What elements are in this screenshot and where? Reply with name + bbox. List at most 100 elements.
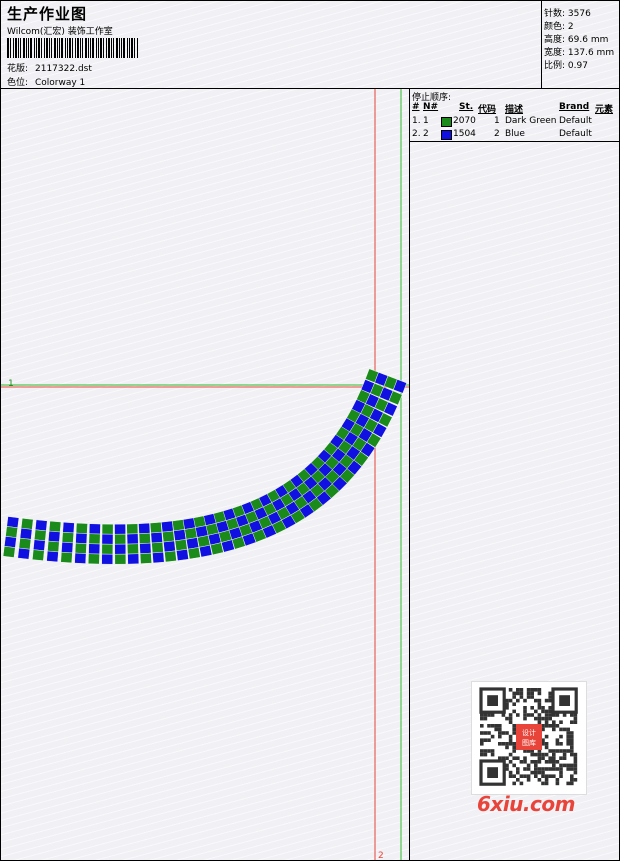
embroidery-preview: 1 2: [1, 89, 409, 860]
qr-module: [541, 781, 545, 786]
qr-module: [541, 706, 545, 710]
stitch-block: [33, 539, 46, 551]
qr-module: [490, 724, 495, 728]
qr-module: [559, 749, 563, 753]
qr-module: [537, 760, 542, 764]
qr-module: [555, 742, 560, 746]
stat-height: 高度: 69.6 mm: [544, 35, 609, 45]
qr-module: [570, 720, 574, 724]
qr-module: [555, 778, 560, 782]
qr-module: [512, 695, 516, 699]
qr-module: [544, 720, 549, 724]
stitch-block: [2, 546, 16, 558]
stitch-block: [127, 543, 139, 555]
stitch-block: [101, 523, 114, 535]
stitch-block: [210, 542, 224, 556]
qr-module: [566, 781, 570, 786]
qr-module: [562, 752, 567, 757]
qr-module: [537, 706, 542, 710]
qr-module: [526, 767, 531, 771]
qr-module: [566, 749, 570, 753]
stitch-block: [61, 531, 74, 544]
qr-module: [537, 767, 542, 771]
qr-module: [559, 767, 563, 771]
stitch-block: [18, 537, 32, 550]
stitch-block: [88, 523, 101, 535]
qr-module: [508, 720, 513, 724]
qr-module: [519, 781, 524, 786]
stitch-block: [127, 553, 140, 565]
stitch-block: [47, 540, 60, 553]
stitch-block: [75, 522, 88, 534]
qr-module: [541, 709, 545, 714]
qr-module: [480, 724, 484, 728]
qr-module: [566, 731, 570, 735]
color-swatch: [441, 130, 452, 140]
stat-colors: 颜色: 2: [544, 22, 574, 32]
qr-module: [498, 724, 502, 728]
stitch-block: [4, 536, 17, 548]
stat-scale: 比例: 0.97: [544, 61, 588, 71]
qr-module: [501, 742, 506, 746]
qr-module: [523, 774, 527, 778]
stitch-block: [88, 553, 100, 565]
stitch-block: [62, 522, 75, 534]
header-info: 生产作业图 Wilcom(汇宏) 装饰工作室 花版: 2117322.dst 色位…: [1, 1, 542, 89]
qr-module: [526, 774, 531, 778]
qr-module: [544, 767, 549, 771]
barcode: [7, 38, 141, 58]
stat-stitches: 针数: 3576: [544, 9, 591, 19]
qr-module: [523, 756, 527, 760]
qr-module: [570, 731, 574, 735]
qr-module: [552, 756, 556, 760]
qr-module: [519, 695, 524, 699]
qr-module: [552, 760, 556, 764]
stitch-block: [151, 541, 164, 554]
qr-module: [570, 749, 574, 753]
qr-module: [512, 781, 516, 786]
qr-module: [526, 763, 531, 768]
qr-module: [544, 742, 549, 746]
qr-module: [570, 781, 574, 786]
stitch-block: [5, 526, 18, 538]
stitch-block: [19, 527, 33, 540]
qr-module: [530, 706, 534, 710]
stop-sequence-panel: 停止顺序: # N# St. 代码 描述 Brand 元素 1. 1 2070 …: [410, 89, 619, 142]
qr-module: [505, 742, 509, 746]
qr-module: [559, 770, 563, 775]
qr-module: [537, 698, 542, 703]
qr-module: [523, 706, 527, 710]
stitch-block: [101, 553, 114, 565]
qr-module: [555, 724, 560, 728]
qr-module: [552, 749, 556, 753]
qr-module: [508, 770, 513, 775]
qr-module: [490, 749, 495, 753]
qr-finder-eye: [487, 767, 498, 778]
stitch-block: [149, 522, 163, 534]
qr-module: [526, 778, 531, 782]
stitch-block: [176, 549, 189, 561]
qr-module: [573, 770, 578, 775]
qr-module: [544, 709, 549, 714]
qr-module: [573, 756, 578, 760]
qr-module: [534, 767, 538, 771]
qr-module: [480, 731, 484, 735]
qr-module: [544, 716, 549, 721]
qr-module: [483, 749, 488, 753]
qr-module: [559, 763, 563, 768]
production-worksheet: 生产作业图 Wilcom(汇宏) 装饰工作室 花版: 2117322.dst 色位…: [0, 0, 620, 861]
qr-module: [534, 752, 538, 757]
qr-module: [534, 763, 538, 768]
qr-module: [519, 688, 524, 692]
qr-module: [512, 702, 516, 706]
qr-module: [544, 745, 549, 750]
qr-module: [483, 716, 488, 721]
qr-module: [508, 774, 513, 778]
qr-badge-text: 图库: [522, 738, 536, 747]
stitch-block: [101, 533, 114, 545]
qr-module: [480, 716, 484, 721]
qr-module: [530, 695, 534, 699]
qr-module: [487, 738, 491, 742]
qr-module: [494, 724, 498, 728]
qr-module: [505, 745, 509, 750]
